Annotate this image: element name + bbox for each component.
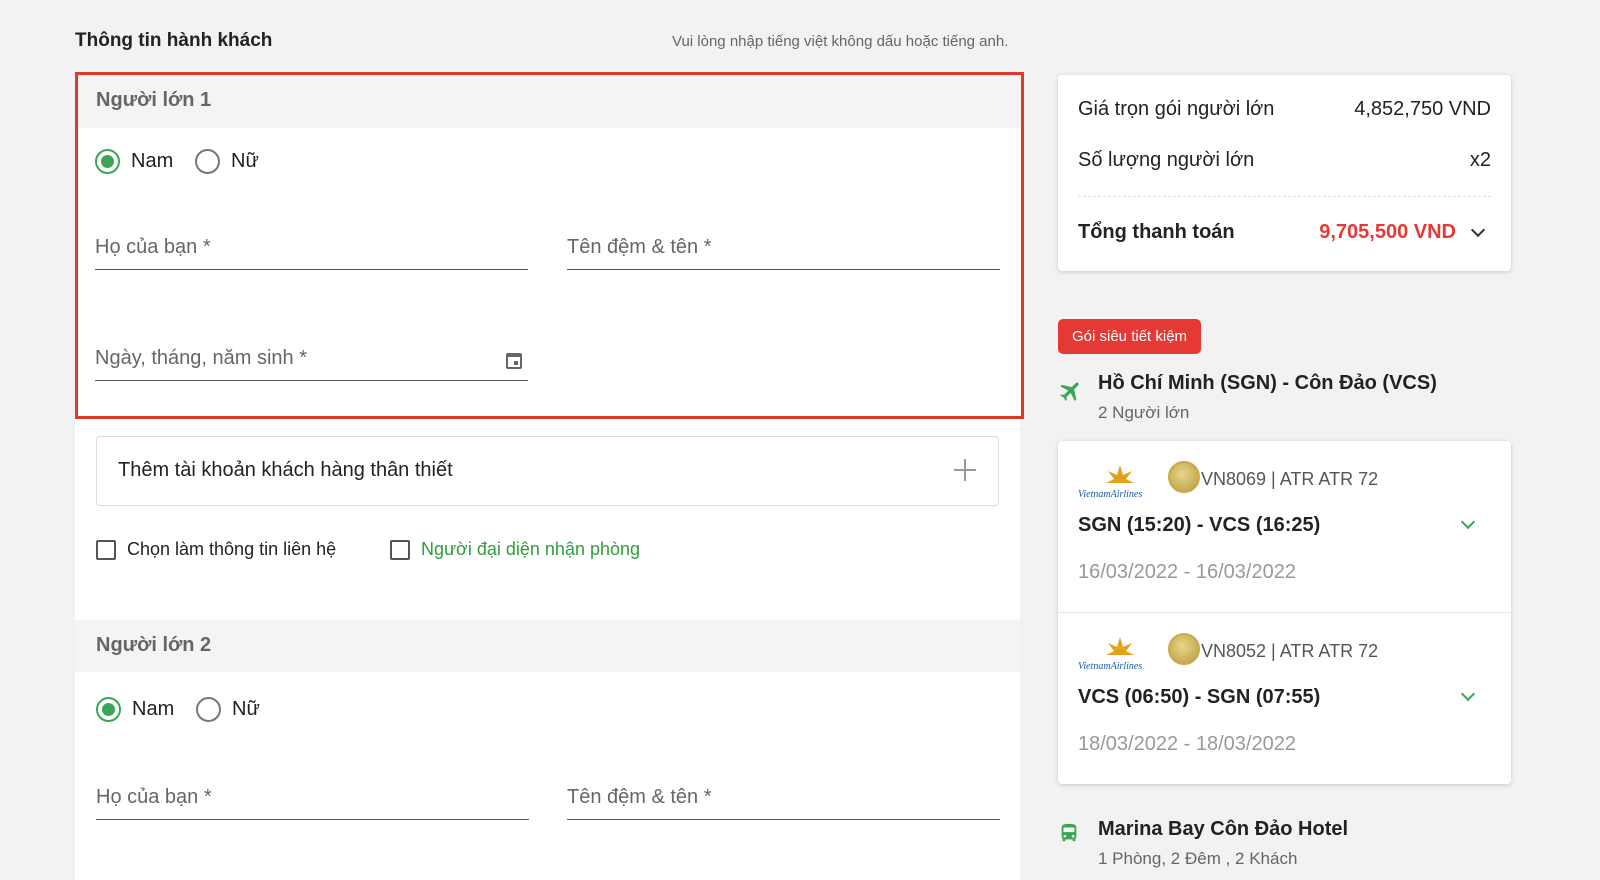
adult-2-last-name-placeholder: Họ của bạn *: [96, 786, 212, 808]
flight-item[interactable]: VietnamAirlines VN8052 | ATR ATR 72 VCS …: [1058, 612, 1511, 783]
flight-dates: 18/03/2022 - 18/03/2022: [1078, 733, 1296, 755]
last-name-field[interactable]: Họ của bạn *: [95, 230, 528, 270]
package-price-label: Giá trọn gói người lớn: [1078, 98, 1275, 120]
lotus-icon: [1106, 465, 1134, 483]
gender-female-radio[interactable]: [195, 149, 220, 174]
airline-logo-text: VietnamAirlines: [1078, 661, 1143, 672]
loyalty-label: Thêm tài khoản khách hàng thân thiết: [118, 459, 453, 481]
flight-route: VCS (06:50) - SGN (07:55): [1078, 686, 1321, 708]
last-name-placeholder: Họ của bạn *: [95, 236, 211, 258]
calendar-icon[interactable]: [506, 353, 522, 369]
chevron-down-icon[interactable]: [1470, 222, 1486, 238]
airplane-icon: [1060, 382, 1079, 401]
first-name-placeholder: Tên đệm & tên *: [567, 236, 712, 258]
lotus-icon: [1106, 637, 1134, 655]
add-loyalty-account-button[interactable]: Thêm tài khoản khách hàng thân thiết: [96, 436, 999, 506]
adult-2-title: Người lớn 2: [96, 634, 212, 656]
price-summary-card: Giá trọn gói người lớn 4,852,750 VND Số …: [1058, 75, 1511, 271]
checkin-representative-label[interactable]: Người đại diện nhận phòng: [421, 539, 640, 560]
adult-1-title: Người lớn 1: [96, 89, 212, 111]
plus-icon[interactable]: [954, 459, 976, 481]
route-title: Hồ Chí Minh (SGN) - Côn Đảo (VCS): [1098, 372, 1437, 394]
airline-seal-icon: [1168, 461, 1200, 493]
package-price-value: 4,852,750 VND: [1354, 98, 1491, 120]
dob-placeholder: Ngày, tháng, năm sinh *: [95, 347, 307, 369]
adult-count-value: x2: [1469, 149, 1491, 171]
flight-dates: 16/03/2022 - 16/03/2022: [1078, 561, 1296, 583]
page-title: Thông tin hành khách: [75, 30, 273, 51]
gender-female-label[interactable]: Nữ: [231, 150, 259, 173]
adult-2-gender-male-label[interactable]: Nam: [132, 698, 174, 721]
chevron-down-icon[interactable]: [1460, 514, 1476, 530]
hotel-name: Marina Bay Côn Đảo Hotel: [1098, 818, 1349, 840]
flight-code: VN8052 | ATR ATR 72: [1201, 641, 1379, 661]
adult-2-header: Người lớn 2: [75, 620, 1020, 672]
date-of-birth-field[interactable]: Ngày, tháng, năm sinh *: [95, 341, 528, 381]
super-saver-badge: Gói siêu tiết kiệm: [1058, 319, 1202, 354]
adult-1-section: Người lớn 1 Nam Nữ Họ của bạn * Tên đệm …: [75, 72, 1024, 419]
contact-info-label[interactable]: Chọn làm thông tin liên hệ: [127, 539, 336, 560]
adult-2-gender-female-label[interactable]: Nữ: [232, 698, 260, 721]
adult-1-header: Người lớn 1: [78, 75, 1021, 128]
checkin-representative-checkbox[interactable]: [390, 540, 410, 560]
vietnam-airlines-logo: VietnamAirlines: [1078, 633, 1160, 673]
chevron-down-icon[interactable]: [1460, 686, 1476, 702]
flight-route: SGN (15:20) - VCS (16:25): [1078, 514, 1321, 536]
flight-code: VN8069 | ATR ATR 72: [1201, 469, 1379, 489]
flights-card: VietnamAirlines VN8069 | ATR ATR 72 SGN …: [1058, 441, 1511, 784]
gender-male-label[interactable]: Nam: [131, 150, 173, 173]
vietnam-airlines-logo: VietnamAirlines: [1078, 461, 1160, 501]
contact-info-checkbox[interactable]: [96, 540, 116, 560]
adult-2-first-name-field[interactable]: Tên đệm & tên *: [567, 780, 1000, 820]
bus-icon: [1061, 823, 1077, 842]
first-name-field[interactable]: Tên đệm & tên *: [567, 230, 1000, 270]
hotel-details: 1 Phòng, 2 Đêm , 2 Khách: [1098, 849, 1298, 868]
airline-logo-text: VietnamAirlines: [1078, 489, 1143, 500]
total-value[interactable]: 9,705,500 VND: [1319, 221, 1456, 244]
airline-seal-icon: [1168, 633, 1200, 665]
route-passengers: 2 Người lớn: [1098, 403, 1190, 422]
total-label: Tổng thanh toán: [1078, 221, 1235, 243]
input-hint: Vui lòng nhập tiếng việt không dấu hoặc …: [672, 33, 1009, 50]
adult-2-first-name-placeholder: Tên đệm & tên *: [567, 786, 712, 808]
gender-male-radio[interactable]: [95, 149, 120, 174]
adult-2-gender-male-radio[interactable]: [96, 697, 121, 722]
summary-divider: [1078, 196, 1491, 197]
adult-count-label: Số lượng người lớn: [1078, 149, 1255, 171]
adult-2-gender-female-radio[interactable]: [196, 697, 221, 722]
adult-2-last-name-field[interactable]: Họ của bạn *: [96, 780, 529, 820]
flight-item[interactable]: VietnamAirlines VN8069 | ATR ATR 72 SGN …: [1058, 441, 1511, 612]
